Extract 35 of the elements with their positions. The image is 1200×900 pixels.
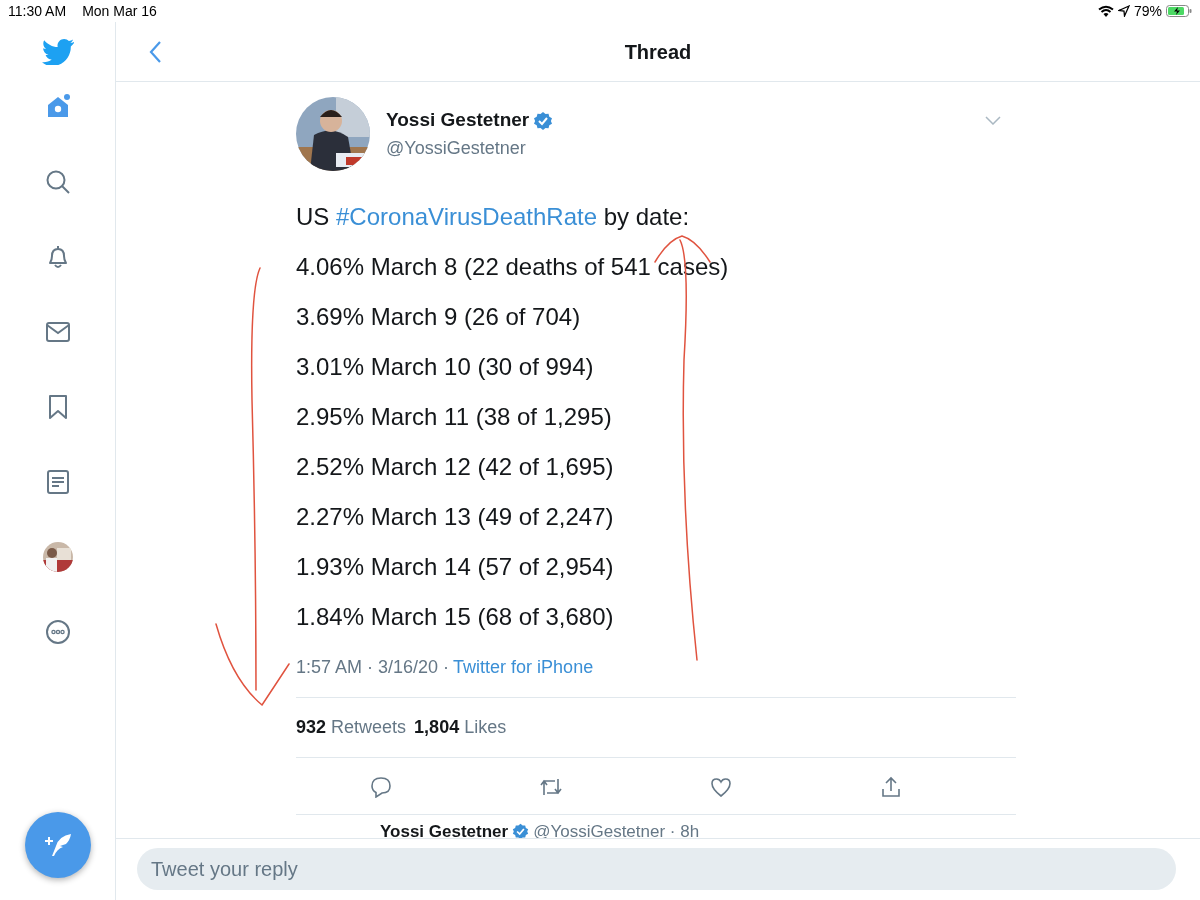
- tweet-line: US #CoronaVirusDeathRate by date:: [296, 202, 691, 232]
- status-time: 11:30 AM: [8, 1, 67, 21]
- tweet-timestamp: 1:57 AM · 3/16/20 ·: [296, 656, 450, 679]
- tweet-line: 2.95% March 11 (38 of 1,295): [296, 402, 613, 432]
- location-icon: [1117, 5, 1130, 17]
- stat-count[interactable]: 932 Retweets: [296, 714, 407, 741]
- battery-icon: [1166, 5, 1192, 17]
- battery-percent: 79%: [1133, 1, 1162, 21]
- thread-title: Thread: [624, 39, 692, 65]
- tweet-line: 2.27% March 13 (49 of 2,247): [296, 502, 615, 532]
- status-date: Mon Mar 16: [82, 1, 157, 21]
- more-icon[interactable]: [44, 619, 71, 645]
- tweet-line: 1.93% March 14 (57 of 2,954): [296, 552, 615, 582]
- author-name: Yossi Gestetner: [386, 108, 530, 133]
- tweet-line: 3.69% March 9 (26 of 704): [296, 302, 582, 332]
- tweet-line: 3.01% March 10 (30 of 994): [296, 352, 595, 382]
- tweet-line: 1.84% March 15 (68 of 3,680): [296, 602, 615, 632]
- caret-icon: [985, 115, 1001, 125]
- compose-button[interactable]: [24, 812, 91, 878]
- tweet-line: 2.52% March 12 (42 of 1,695): [296, 452, 615, 482]
- stat-count[interactable]: 1,804 Likes: [414, 714, 507, 741]
- retweet-icon[interactable]: [540, 776, 562, 798]
- reply-field[interactable]: Tweet your reply: [137, 848, 1176, 890]
- list-icon[interactable]: [44, 469, 71, 495]
- wifi-icon: [1097, 5, 1114, 17]
- author-handle: @YossiGestetner: [386, 136, 527, 160]
- heart-icon[interactable]: [710, 776, 732, 798]
- share-icon[interactable]: [880, 776, 902, 798]
- mail-icon[interactable]: [44, 319, 71, 345]
- bird-logo-icon: [41, 39, 74, 65]
- reply-icon[interactable]: [370, 776, 392, 798]
- reply-author-name: Yossi Gestetner: [380, 821, 509, 838]
- search-icon[interactable]: [44, 169, 71, 195]
- feather-plus-icon: [42, 832, 73, 858]
- back-icon: [148, 39, 162, 64]
